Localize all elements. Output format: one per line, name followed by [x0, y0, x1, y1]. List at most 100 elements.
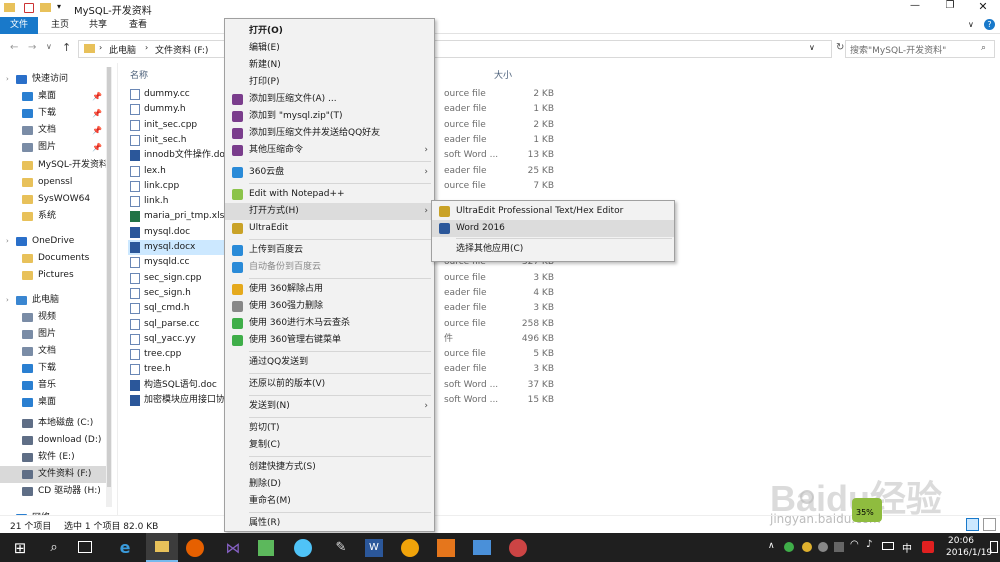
expand-arrow-icon[interactable]: › — [6, 71, 9, 88]
expand-ribbon-icon[interactable]: ∨ — [968, 20, 974, 29]
tab-view[interactable]: 查看 — [122, 17, 154, 34]
word-icon[interactable]: W — [365, 539, 383, 557]
help-icon[interactable]: ? — [984, 19, 995, 30]
nav-item[interactable]: 音乐 — [0, 377, 112, 394]
tab-share[interactable]: 共享 — [82, 17, 114, 34]
submenu-item[interactable]: UltraEdit Professional Text/Hex Editor — [432, 203, 674, 220]
notification-icon[interactable] — [990, 541, 998, 553]
properties-icon[interactable] — [24, 3, 34, 13]
orange-ball-icon[interactable] — [401, 539, 419, 557]
menu-item[interactable]: 删除(D) — [225, 476, 434, 493]
nav-item[interactable]: 软件 (E:) — [0, 449, 112, 466]
expand-arrow-icon[interactable]: › — [6, 292, 9, 309]
search-input[interactable]: 搜索"MySQL-开发资料" ⌕ — [845, 40, 995, 58]
submenu-item[interactable]: 选择其他应用(C) — [432, 241, 674, 258]
menu-item[interactable]: 属性(R) — [225, 515, 434, 532]
refresh-button[interactable]: ↻ — [836, 42, 844, 53]
nav-item[interactable]: 此电脑 › — [0, 292, 112, 309]
tray-app-icon[interactable] — [802, 542, 812, 552]
menu-item[interactable]: 打开(O) — [225, 23, 434, 40]
visual-studio-icon[interactable]: ⋈ — [222, 537, 244, 559]
breadcrumb-drive-f[interactable]: 文件资料 (F:) — [155, 43, 208, 56]
floating-widget[interactable]: 35% — [852, 498, 882, 522]
menu-item[interactable]: 打开方式(H) › — [225, 203, 434, 220]
tray-app-icon[interactable] — [818, 542, 828, 552]
menu-item[interactable]: 上传到百度云 — [225, 242, 434, 259]
nav-item[interactable]: 视频 — [0, 309, 112, 326]
nav-item[interactable]: 桌面 — [0, 394, 112, 411]
nav-item[interactable]: SysWOW64 — [0, 191, 112, 208]
menu-item[interactable]: 重命名(M) — [225, 493, 434, 510]
file-row[interactable]: mysql.docx — [128, 240, 224, 255]
menu-item[interactable]: 复制(C) — [225, 437, 434, 454]
pin-icon[interactable]: 📌 — [92, 88, 102, 105]
firefox-icon[interactable] — [186, 539, 204, 557]
large-icons-view-icon[interactable] — [983, 518, 996, 531]
tool-icon[interactable] — [509, 539, 527, 557]
tray-chevron-icon[interactable]: ∧ — [768, 541, 775, 551]
nav-item[interactable]: 下载 — [0, 360, 112, 377]
start-button[interactable]: ⊞ — [9, 537, 31, 559]
menu-item[interactable]: UltraEdit — [225, 220, 434, 237]
search-icon[interactable]: ⌕ — [43, 537, 65, 559]
volume-icon[interactable]: ♪ — [866, 539, 872, 550]
message-icon[interactable] — [473, 540, 491, 555]
clock-date[interactable]: 2016/1/19 — [946, 548, 992, 558]
nav-item[interactable]: 图片 — [0, 326, 112, 343]
back-button[interactable]: ← — [10, 42, 18, 53]
pen-icon[interactable]: ✎ — [330, 537, 352, 559]
menu-item[interactable]: 添加到压缩文件并发送给QQ好友 — [225, 125, 434, 142]
nav-item[interactable]: 文件资料 (F:) — [0, 466, 112, 483]
menu-item[interactable]: 使用 360解除占用 — [225, 281, 434, 298]
nav-item[interactable]: Documents — [0, 250, 112, 267]
forward-button[interactable]: → — [28, 42, 36, 53]
menu-item[interactable]: 使用 360进行木马云查杀 — [225, 315, 434, 332]
menu-item[interactable]: 发送到(N) › — [225, 398, 434, 415]
tab-home[interactable]: 主页 — [44, 17, 76, 34]
keyboard-icon[interactable] — [882, 542, 894, 550]
pin-icon[interactable]: 📌 — [92, 139, 102, 156]
menu-item[interactable]: 还原以前的版本(V) — [225, 376, 434, 393]
nav-item[interactable]: 桌面 📌 — [0, 88, 112, 105]
nav-item[interactable]: download (D:) — [0, 432, 112, 449]
maximize-button[interactable]: ❐ — [935, 0, 965, 17]
nav-item[interactable]: CD 驱动器 (H:) — [0, 483, 112, 500]
menu-item[interactable]: 360云盘 › — [225, 164, 434, 181]
nav-item[interactable]: 下载 📌 — [0, 105, 112, 122]
menu-item[interactable]: 通过QQ发送到 — [225, 354, 434, 371]
nav-item[interactable]: 图片 📌 — [0, 139, 112, 156]
expand-arrow-icon[interactable]: › — [6, 233, 9, 250]
clock-time[interactable]: 20:06 — [948, 536, 974, 546]
nav-item[interactable]: OneDrive › — [0, 233, 112, 250]
pin-icon[interactable]: 📌 — [92, 122, 102, 139]
address-dropdown-icon[interactable]: ∨ — [809, 43, 815, 52]
nav-item[interactable]: 文档 — [0, 343, 112, 360]
menu-item[interactable]: 添加到压缩文件(A) ... — [225, 91, 434, 108]
menu-item[interactable]: 使用 360管理右键菜单 — [225, 332, 434, 349]
task-view-icon[interactable] — [78, 541, 92, 553]
menu-item[interactable]: 使用 360强力删除 — [225, 298, 434, 315]
address-bar[interactable]: › 此电脑 › 文件资料 (F:) ∨ — [78, 40, 832, 58]
column-header-name[interactable]: 名称 — [130, 68, 148, 81]
blue-app-icon[interactable] — [294, 539, 312, 557]
menu-item[interactable]: 添加到 "mysql.zip"(T) — [225, 108, 434, 125]
nav-item[interactable]: MySQL-开发资料 — [0, 157, 112, 174]
recent-locations-icon[interactable]: ∨ — [46, 42, 52, 51]
quick-access-dropdown-icon[interactable]: ▾ — [57, 2, 61, 11]
breadcrumb-this-pc[interactable]: 此电脑 — [109, 43, 136, 56]
close-button[interactable]: ✕ — [968, 0, 998, 17]
menu-item[interactable]: 编辑(E) — [225, 40, 434, 57]
submenu-item[interactable]: Word 2016 — [432, 220, 674, 237]
menu-item[interactable]: 剪切(T) — [225, 420, 434, 437]
nav-item[interactable]: 快速访问 › — [0, 71, 112, 88]
nav-item[interactable]: 本地磁盘 (C:) — [0, 415, 112, 432]
up-button[interactable]: ↑ — [62, 41, 71, 54]
menu-item[interactable]: 自动备份到百度云 — [225, 259, 434, 276]
menu-item[interactable]: 新建(N) — [225, 57, 434, 74]
tray-app-icon[interactable] — [784, 542, 794, 552]
new-folder-icon[interactable] — [40, 3, 51, 12]
pin-icon[interactable]: 📌 — [92, 105, 102, 122]
sogou-icon[interactable] — [922, 541, 934, 553]
wifi-icon[interactable]: ◠ — [850, 539, 859, 550]
minimize-button[interactable]: — — [900, 0, 930, 17]
